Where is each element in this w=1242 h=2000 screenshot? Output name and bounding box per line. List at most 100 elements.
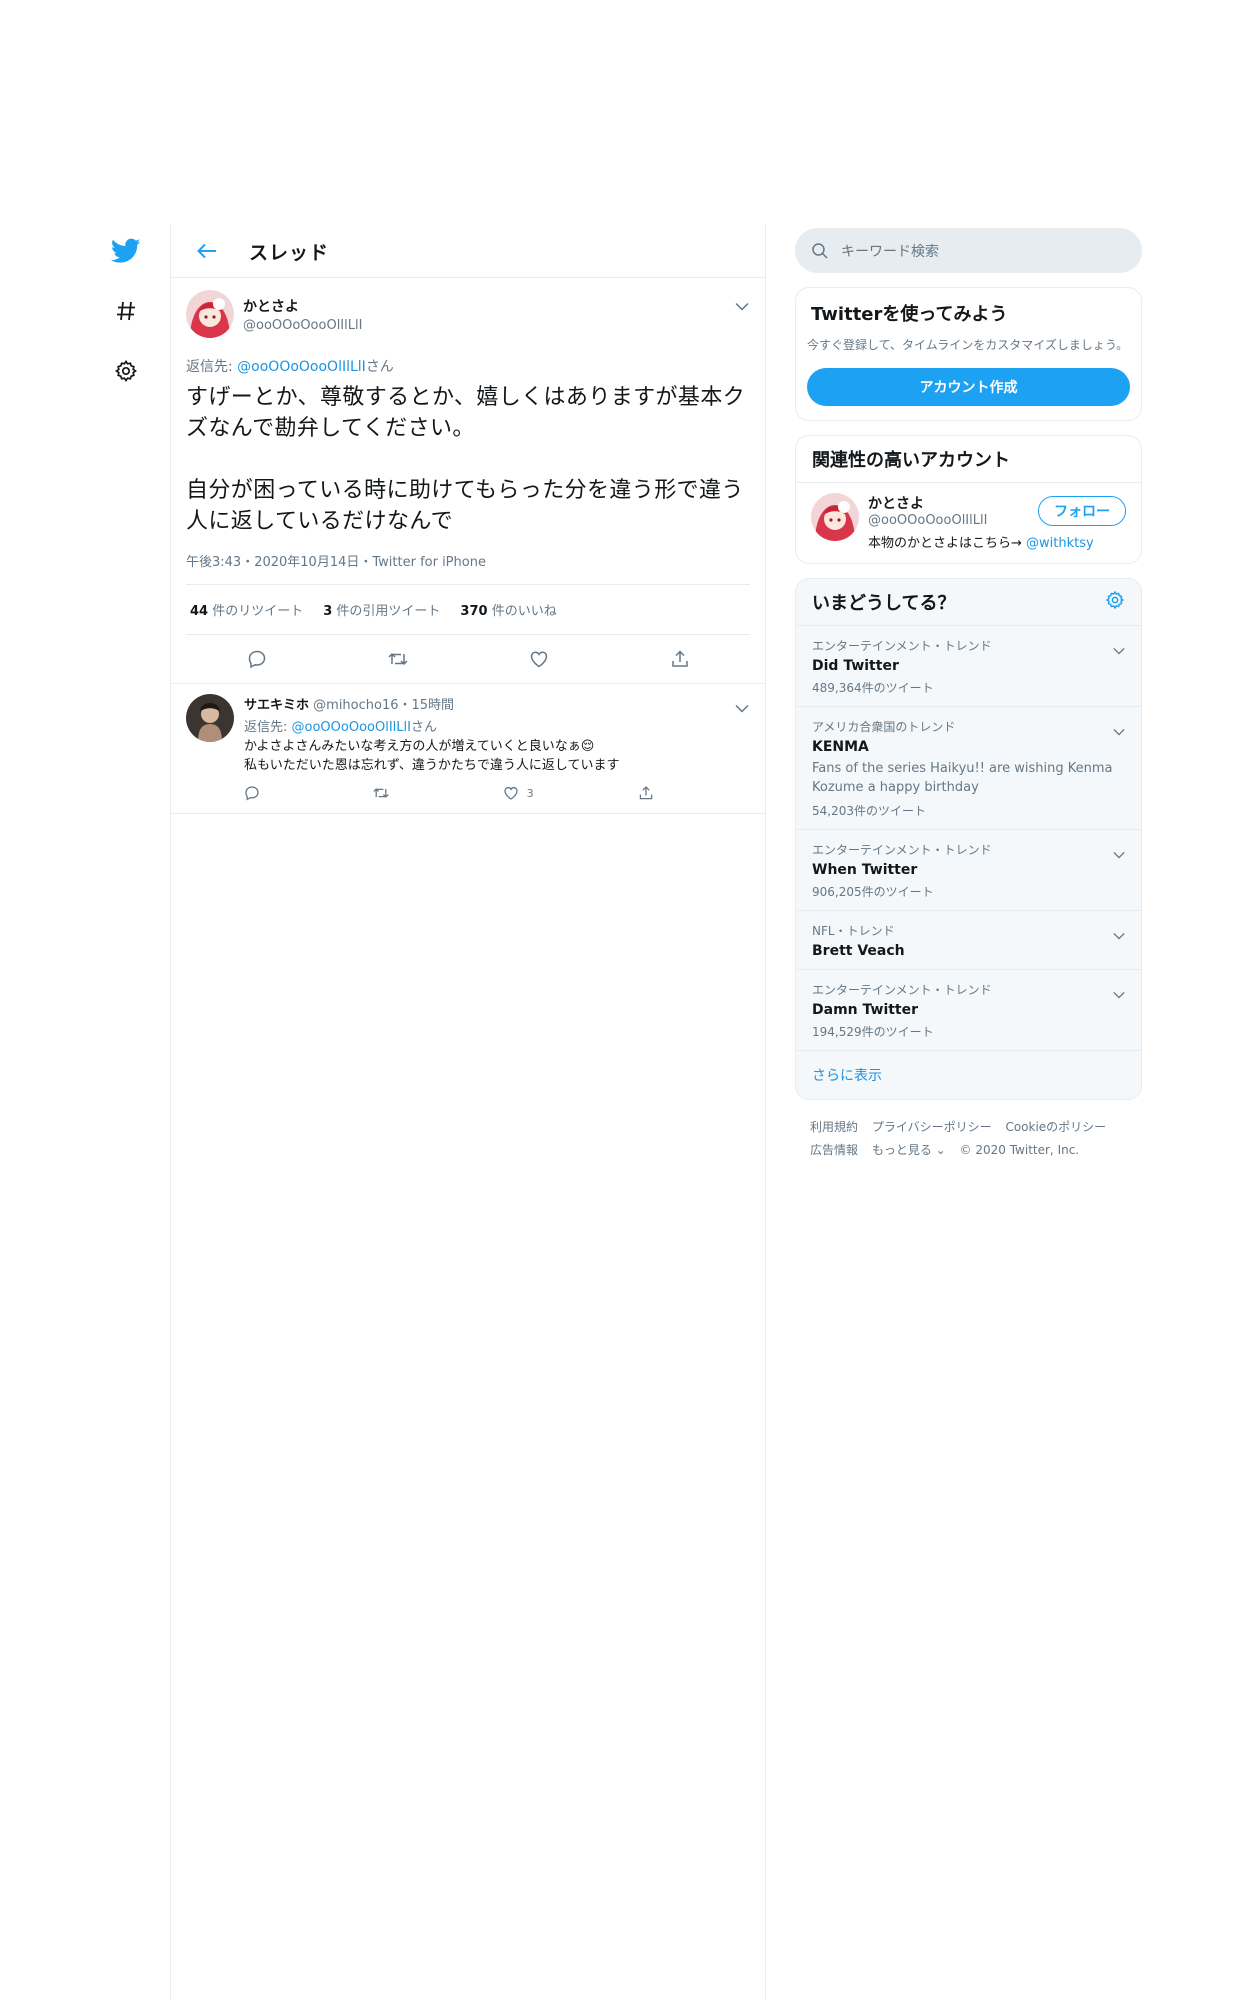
main-tweet: かとさよ @ooOOoOooOlIlLlI 返信先: @ooOOoOooOlIl… (171, 278, 765, 683)
reply-suffix: さん (365, 359, 394, 375)
trend-context: アメリカ合衆国のトレンド (812, 720, 956, 734)
follow-button[interactable]: フォロー (1038, 496, 1126, 526)
reply-icon[interactable] (240, 642, 274, 676)
reply-to-line: 返信先: @ooOOoOooOlIlLlIさん (186, 356, 750, 376)
trend-count: 194,529件のツイート (812, 1025, 934, 1039)
search-input[interactable]: キーワード検索 (795, 228, 1142, 273)
explore-hashtag-icon[interactable] (103, 288, 149, 334)
trends-settings-gear-icon[interactable] (1105, 590, 1125, 614)
retweets-count: 44 (190, 604, 209, 619)
chevron-down-icon[interactable] (1113, 640, 1125, 659)
quotes-stat[interactable]: 3 件の引用ツイート (323, 600, 440, 619)
avatar[interactable] (186, 290, 234, 338)
share-icon[interactable] (638, 785, 662, 801)
trend-name: Damn Twitter (812, 1002, 919, 1018)
like-heart-icon[interactable] (522, 642, 556, 676)
reply-to-handle-link[interactable]: @ooOOoOooOlIlLlI (292, 720, 411, 735)
tweet-stats: 44 件のリツイート 3 件の引用ツイート 370 件のいいね (186, 585, 750, 635)
reply-text-line: かよさよさんみたいな考え方の人が増えていくと良いなぁ😌 (244, 739, 595, 754)
thread-header: スレッド (171, 225, 765, 278)
chevron-down-icon[interactable] (1113, 844, 1125, 863)
reply-header: サエキミホ @mihocho16・15時間 (244, 694, 750, 713)
page-title: スレッド (249, 241, 330, 264)
footer-more-link[interactable]: もっと見る ⌄ (872, 1143, 946, 1157)
footer-ads-link[interactable]: 広告情報 (810, 1143, 858, 1157)
avatar[interactable] (186, 694, 234, 742)
trend-context: NFL・トレンド (812, 924, 895, 938)
retweets-label: 件のリツイート (208, 604, 304, 619)
trend-count: 54,203件のツイート (812, 804, 926, 818)
settings-gear-icon[interactable] (103, 348, 149, 394)
quotes-count: 3 (323, 604, 333, 619)
reply-actions: 3 (244, 781, 662, 805)
footer-links: 利用規約 プライバシーポリシー Cookieのポリシー 広告情報 もっと見る ⌄… (795, 1116, 1142, 1162)
reply-tweet[interactable]: サエキミホ @mihocho16・15時間 返信先: @ooOOoOooOlIl… (171, 683, 765, 814)
trend-name: KENMA (812, 739, 869, 755)
retweet-icon[interactable] (381, 642, 415, 676)
right-sidebar: キーワード検索 Twitterを使ってみよう 今すぐ登録して、タイムラインをカス… (795, 228, 1142, 1162)
search-placeholder: キーワード検索 (841, 243, 939, 260)
footer-cookies-link[interactable]: Cookieのポリシー (1005, 1120, 1106, 1134)
reply-display-name[interactable]: サエキミホ (244, 698, 309, 713)
footer-terms-link[interactable]: 利用規約 (810, 1120, 858, 1134)
chevron-down-icon[interactable] (1113, 925, 1125, 944)
trend-name: Did Twitter (812, 658, 899, 674)
like-heart-icon (504, 786, 518, 800)
quotes-label: 件の引用ツイート (332, 604, 441, 619)
trend-context: エンターテインメント・トレンド (812, 843, 992, 857)
tweet-timestamp[interactable]: 午後3:43・2020年10月14日・Twitter for iPhone (186, 551, 750, 585)
create-account-button[interactable]: アカウント作成 (807, 368, 1130, 406)
reply-suffix: さん (410, 720, 437, 735)
left-nav (103, 228, 149, 408)
trend-count: 906,205件のツイート (812, 885, 934, 899)
trend-count: 489,364件のツイート (812, 681, 934, 695)
related-bio-link[interactable]: @withktsy (1026, 536, 1094, 551)
tweet-display-name[interactable]: かとさよ (243, 296, 362, 316)
like-button[interactable]: 3 (503, 785, 534, 801)
trend-item[interactable]: エンターテインメント・トレンド Damn Twitter 194,529件のツイ… (796, 970, 1141, 1051)
trend-context: エンターテインメント・トレンド (812, 639, 992, 653)
chevron-down-icon[interactable] (1113, 721, 1125, 740)
likes-label: 件のいいね (487, 604, 557, 619)
reply-to-line: 返信先: @ooOOoOooOlIlLlIさん (244, 716, 750, 735)
back-arrow-icon[interactable] (189, 233, 225, 269)
trend-item[interactable]: アメリカ合衆国のトレンド KENMA Fans of the series Ha… (796, 707, 1141, 830)
chevron-down-icon[interactable] (735, 296, 749, 315)
show-more-link[interactable]: さらに表示 (796, 1051, 1141, 1099)
footer-privacy-link[interactable]: プライバシーポリシー (872, 1120, 992, 1134)
reply-prefix: 返信先: (244, 720, 292, 735)
retweets-stat[interactable]: 44 件のリツイート (190, 600, 303, 619)
chevron-down-icon[interactable] (1113, 984, 1125, 1003)
tweet-text: すげーとか、尊敬するとか、嬉しくはありますが基本クズなんで勘弁してください。 自… (186, 385, 746, 534)
footer-copyright: © 2020 Twitter, Inc. (959, 1143, 1080, 1157)
main-column: スレッド かとさよ @ooOOoOooOlIlLlI 返信先: @ooOOoOo… (170, 225, 766, 2000)
reply-icon[interactable] (244, 785, 268, 801)
reply-text-line: 私もいただいた恩は忘れず、違うかたちで違う人に返しています (244, 758, 620, 773)
signup-description: 今すぐ登録して、タイムラインをカスタマイズしましょう。 (807, 338, 1129, 352)
retweet-icon[interactable] (372, 785, 398, 801)
search-icon (812, 242, 828, 259)
trend-name: When Twitter (812, 862, 918, 878)
reply-username[interactable]: @mihocho16・15時間 (313, 698, 454, 713)
trend-item[interactable]: エンターテインメント・トレンド When Twitter 906,205件のツイ… (796, 830, 1141, 911)
signup-card: Twitterを使ってみよう 今すぐ登録して、タイムラインをカスタマイズしましょ… (795, 287, 1142, 421)
trend-context: エンターテインメント・トレンド (812, 983, 992, 997)
avatar[interactable] (811, 493, 859, 541)
trend-description: Fans of the series Haikyu!! are wishing … (812, 761, 1113, 795)
tweet-actions (186, 635, 750, 683)
related-bio-text: 本物のかとさよはこちら→ (868, 536, 1027, 551)
trend-item[interactable]: NFL・トレンド Brett Veach (796, 911, 1141, 970)
reply-to-handle-link[interactable]: @ooOOoOooOlIlLlI (237, 359, 366, 375)
reply-text: かよさよさんみたいな考え方の人が増えていくと良いなぁ😌 私もいただいた恩は忘れず… (244, 737, 750, 775)
related-account-item[interactable]: かとさよ @ooOOoOooOlIlLlI 本物のかとさよはこちら→ @with… (796, 483, 1141, 563)
related-accounts-card: 関連性の高いアカウント かとさよ @ooOOoOooOlIlLlI 本物のかとさ… (795, 435, 1142, 564)
trend-item[interactable]: エンターテインメント・トレンド Did Twitter 489,364件のツイー… (796, 626, 1141, 707)
related-bio: 本物のかとさよはこちら→ @withktsy (868, 532, 1094, 551)
likes-stat[interactable]: 370 件のいいね (460, 600, 556, 619)
chevron-down-icon[interactable] (735, 698, 749, 717)
share-icon[interactable] (663, 642, 697, 676)
signup-title: Twitterを使ってみよう (811, 304, 1008, 325)
tweet-username[interactable]: @ooOOoOooOlIlLlI (243, 318, 362, 333)
trends-card: いまどうしてる？ エンターテインメント・トレンド Did Twitter 489… (795, 578, 1142, 1100)
twitter-logo-icon[interactable] (103, 228, 149, 274)
